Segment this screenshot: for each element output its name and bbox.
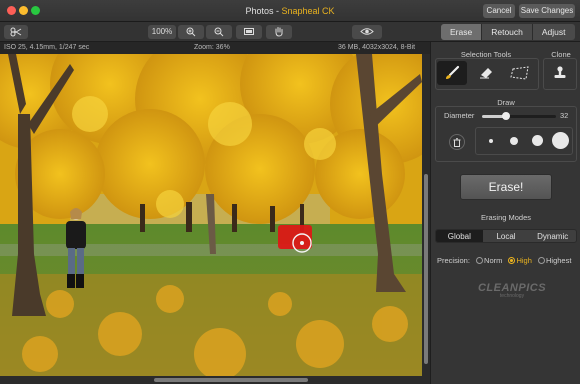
precision-high-radio[interactable] (508, 257, 516, 264)
mode-local-button[interactable]: Local (483, 230, 530, 242)
precision-label: Precision: (437, 256, 470, 265)
precision-high-label: High (516, 256, 532, 265)
zoom-out-icon (214, 27, 224, 37)
eraser-icon (480, 68, 492, 79)
clone-stamp-icon (554, 66, 566, 78)
erase-button[interactable]: Erase! (460, 174, 552, 200)
preview-toggle-button[interactable] (352, 25, 382, 39)
tab-adjust[interactable]: Adjust (531, 24, 575, 40)
save-changes-button[interactable]: Save Changes (519, 4, 575, 18)
zoom-in-icon (186, 27, 196, 37)
brush-tool-button[interactable] (437, 61, 467, 85)
paint-brush-icon (446, 65, 460, 79)
mode-global-button[interactable]: Global (436, 230, 483, 242)
lasso-tool-button[interactable] (505, 61, 535, 85)
image-info-bar: ISO 25, 4.15mm, 1/247 sec Zoom: 36% 36 M… (0, 42, 430, 54)
precision-row: Precision: Norm High Highest (437, 256, 580, 265)
trash-icon (453, 137, 461, 147)
toolbar: 100% Erase Retouch Adjust (0, 22, 580, 42)
brush-size-small[interactable] (489, 139, 493, 143)
app-name: Photos (245, 6, 274, 16)
plugin-name: Snapheal CK (281, 6, 335, 16)
brush-size-medium[interactable] (510, 137, 518, 145)
title-bar: Photos - Snapheal CK Cancel Save Changes (0, 0, 580, 22)
mode-dynamic-button[interactable]: Dynamic (529, 230, 576, 242)
zoom-percent-button[interactable]: 100% (148, 25, 176, 39)
brush-size-xlarge[interactable] (552, 132, 569, 149)
clone-stamp-button[interactable] (545, 61, 575, 85)
precision-highest-radio[interactable] (538, 257, 545, 264)
precision-norm-radio[interactable] (476, 257, 484, 264)
brush-size-presets (475, 127, 573, 155)
diameter-label: Diameter (444, 111, 475, 120)
cancel-button[interactable]: Cancel (483, 4, 515, 18)
tab-retouch[interactable]: Retouch (481, 24, 532, 40)
precision-highest-label: Highest (546, 256, 572, 265)
autumn-park-photo (0, 54, 422, 376)
mode-tabs: Erase Retouch Adjust (441, 24, 575, 40)
camera-info: ISO 25, 4.15mm, 1/247 sec (4, 44, 90, 51)
file-info: 36 MB, 4032x3024, 8-Bit (338, 44, 416, 51)
diameter-slider-track[interactable] (482, 112, 556, 120)
hand-icon (275, 27, 283, 37)
zoom-in-button[interactable] (178, 25, 204, 39)
compare-tool-button[interactable] (4, 25, 28, 39)
horizontal-scrollbar[interactable] (0, 376, 430, 384)
diameter-value: 32 (560, 111, 569, 120)
horizontal-scroll-thumb[interactable] (154, 378, 308, 382)
precision-norm-option[interactable]: Norm (476, 256, 502, 265)
zoom-out-button[interactable] (206, 25, 232, 39)
erasing-modes-label: Erasing Modes (480, 213, 532, 222)
photo-canvas[interactable] (0, 54, 422, 376)
lasso-selection-icon (510, 66, 529, 80)
eye-icon (360, 28, 374, 35)
vertical-scroll-thumb[interactable] (424, 174, 428, 364)
erasing-mode-selector: Global Local Dynamic (435, 229, 577, 243)
precision-norm-label: Norm (484, 256, 503, 265)
erase-all-button[interactable] (449, 134, 465, 150)
vertical-scrollbar[interactable] (422, 54, 430, 376)
scissors-icon (10, 27, 22, 37)
tab-erase[interactable]: Erase (441, 24, 482, 40)
eraser-tool-button[interactable] (471, 61, 501, 85)
zoom-info: Zoom: 36% (194, 44, 230, 51)
precision-high-option[interactable]: High (508, 256, 532, 265)
fit-screen-button[interactable] (236, 25, 262, 39)
cleanpics-watermark: CLEANPICS technology (477, 282, 547, 299)
pan-tool-button[interactable] (266, 25, 292, 39)
diameter-slider-knob[interactable] (501, 112, 510, 120)
tool-panel: Selection Tools Clone Draw Diameter 32 E… (430, 42, 580, 384)
precision-highest-option[interactable]: Highest (538, 256, 571, 265)
fit-screen-icon (244, 28, 254, 35)
brush-size-large[interactable] (532, 135, 543, 146)
